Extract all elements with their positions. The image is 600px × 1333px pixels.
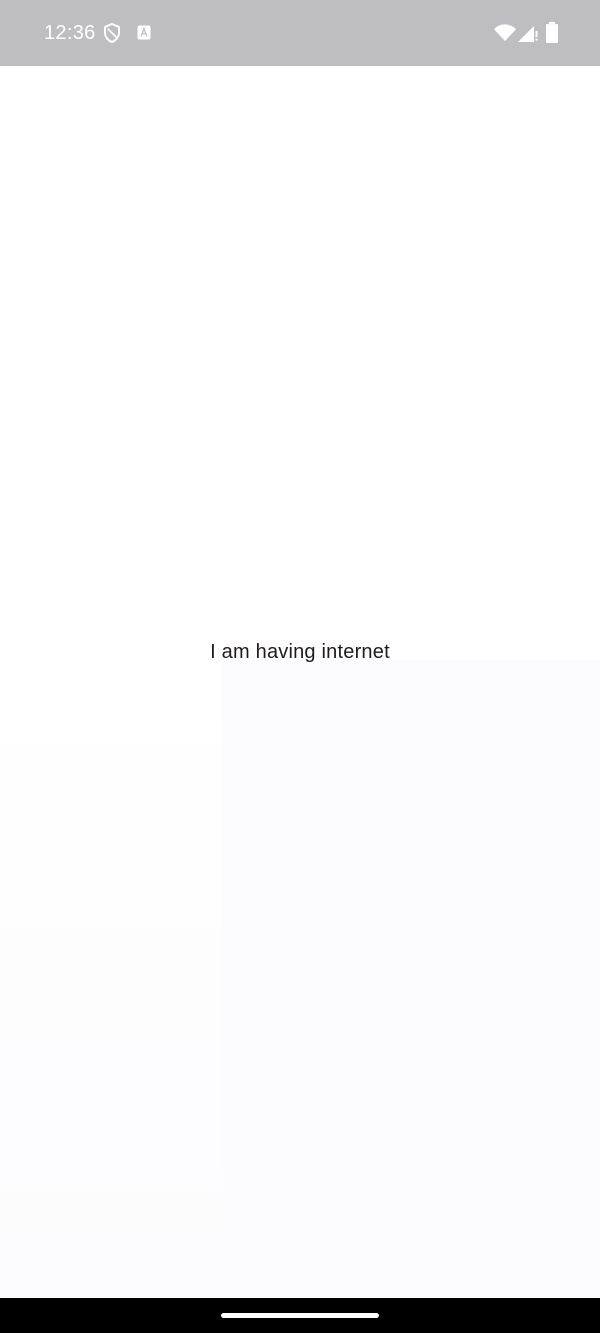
app-screen: 12:36 I am having internet [0,0,600,1333]
a-notification-icon [137,25,151,40]
navigation-bar [0,1298,600,1333]
status-bar: 12:36 [0,0,600,66]
status-time: 12:36 [44,22,96,44]
content-background-tint [221,660,600,1298]
home-gesture-handle[interactable] [221,1313,379,1318]
main-content: I am having internet [0,66,600,1298]
shield-icon [104,23,120,43]
battery-icon [546,22,558,43]
wifi-icon [494,24,516,41]
signal-icon [518,26,538,42]
internet-status-message: I am having internet [210,641,390,663]
